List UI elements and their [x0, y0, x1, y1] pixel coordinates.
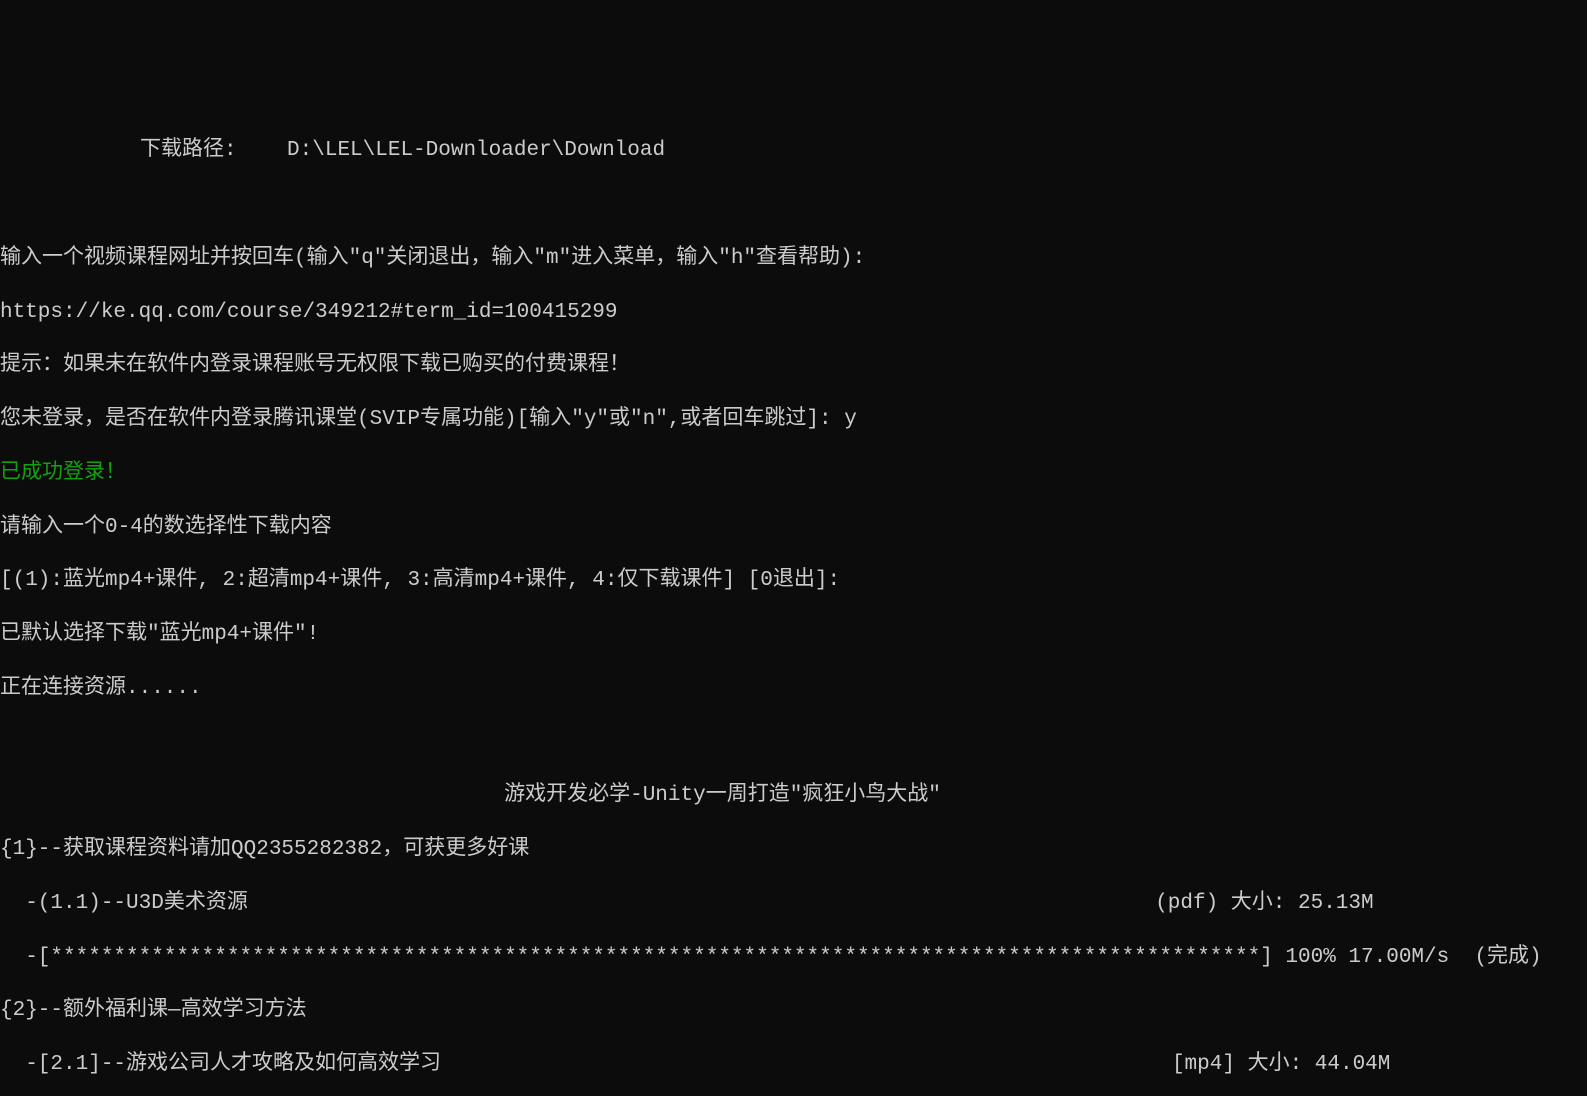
blank-line [0, 192, 1587, 219]
course-title: 游戏开发必学-Unity一周打造"疯狂小鸟大战" [0, 783, 1587, 810]
connecting-line: 正在连接资源...... [0, 676, 1587, 703]
section-2-meta: [mp4] 大小: 44.04M [1172, 1053, 1390, 1076]
section-1-item: -(1.1)--U3D美术资源 [0, 892, 248, 915]
section-1-item-row: -(1.1)--U3D美术资源 (pdf) 大小: 25.13M [0, 891, 1587, 918]
choose-prompt: 请输入一个0-4的数选择性下载内容 [0, 515, 1587, 542]
section-1-meta: (pdf) 大小: 25.13M [1155, 892, 1373, 915]
login-prompt[interactable]: 您未登录，是否在软件内登录腾讯课堂(SVIP专属功能)[输入"y"或"n",或者… [0, 407, 1587, 434]
options-line[interactable]: [(1):蓝光mp4+课件, 2:超清mp4+课件, 3:高清mp4+课件, 4… [0, 568, 1587, 595]
section-2-header: {2}--额外福利课—高效学习方法 [0, 998, 1587, 1025]
login-success: 已成功登录！ [0, 461, 1587, 488]
download-path-value: D:\LEL\LEL-Downloader\Download [287, 139, 665, 162]
input-prompt: 输入一个视频课程网址并按回车(输入"q"关闭退出，输入"m"进入菜单，输入"h"… [0, 246, 1587, 273]
download-path-row: 下载路径: D:\LEL\LEL-Downloader\Download [0, 138, 1587, 165]
url-input-value[interactable]: https://ke.qq.com/course/349212#term_id=… [0, 300, 1587, 327]
course-title-text: 游戏开发必学-Unity一周打造"疯狂小鸟大战" [504, 784, 941, 807]
download-path-label: 下载路径: [140, 139, 237, 162]
section-2-item: -[2.1]--游戏公司人才攻略及如何高效学习 [0, 1053, 441, 1076]
default-choice: 已默认选择下载"蓝光mp4+课件"! [0, 622, 1587, 649]
section-2-item-row: -[2.1]--游戏公司人才攻略及如何高效学习 [mp4] 大小: 44.04M [0, 1052, 1587, 1079]
divider-line: ________________________________________… [0, 108, 1587, 112]
hint-line: 提示：如果未在软件内登录课程账号无权限下载已购买的付费课程！ [0, 353, 1587, 380]
section-1-progress: -[**************************************… [0, 945, 1587, 972]
blank-line-2 [0, 730, 1587, 757]
section-1-header: {1}--获取课程资料请加QQ2355282382，可获更多好课 [0, 837, 1587, 864]
